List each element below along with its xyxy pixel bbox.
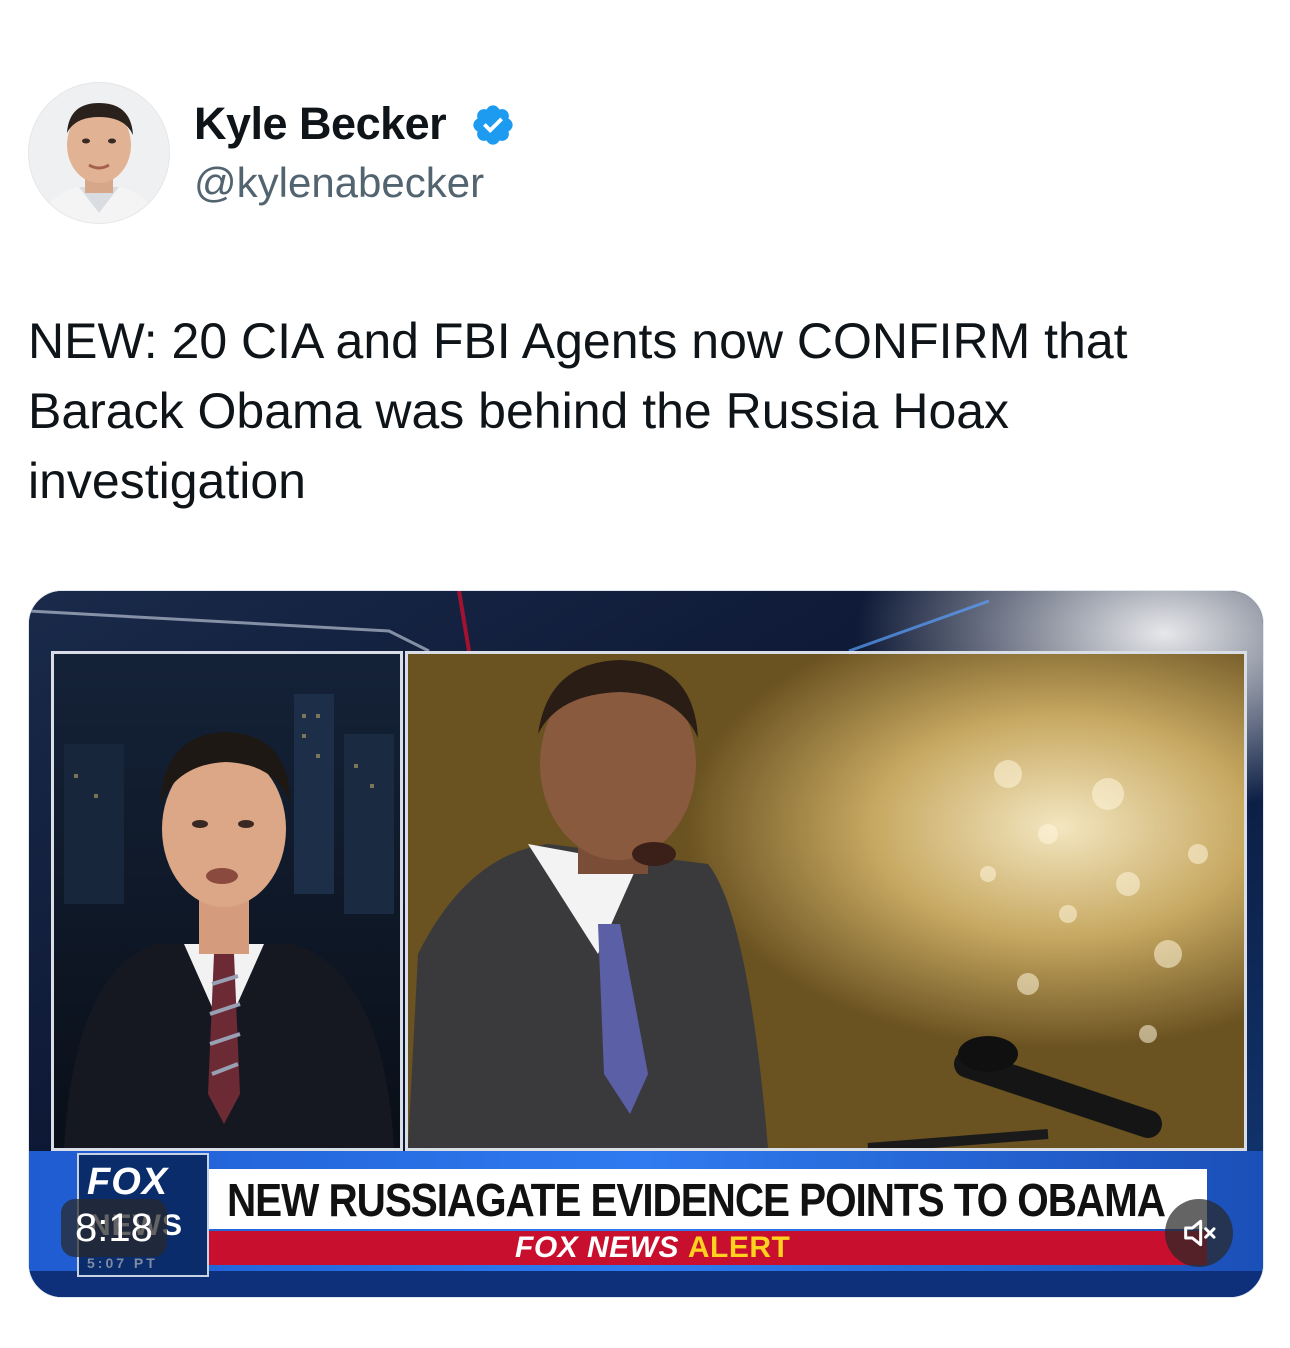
- author-handle[interactable]: @kylenabecker: [194, 158, 484, 208]
- news-chyron: FOX NEWS 5:07 PT NEW RUSSIAGATE EVIDENCE…: [29, 1149, 1263, 1297]
- tweet-text: NEW: 20 CIA and FBI Agents now CONFIRM t…: [28, 313, 1128, 509]
- logo-timezone: 5:07 PT: [87, 1255, 158, 1271]
- mute-button[interactable]: [1165, 1199, 1233, 1267]
- chyron-alert-word: ALERT: [687, 1231, 791, 1264]
- chyron-headline-bar: NEW RUSSIAGATE EVIDENCE POINTS TO OBAMA: [209, 1169, 1207, 1229]
- chyron-alert-bar: FOX NEWS ALERT: [209, 1231, 1207, 1265]
- profile-photo: [29, 83, 169, 223]
- avatar[interactable]: [28, 82, 170, 224]
- tweet-page: Kyle Becker @kylenabecker NEW: 20 CIA an…: [0, 0, 1290, 1348]
- verified-badge-icon: [470, 102, 516, 148]
- logo-fox-text: FOX: [87, 1161, 169, 1203]
- speaker-muted-icon: [1184, 1219, 1216, 1247]
- speaker-image: [408, 654, 1244, 1148]
- host-video-panel: [51, 651, 403, 1151]
- video-timestamp: 8:18: [61, 1199, 167, 1257]
- speaker-video-panel: [405, 651, 1247, 1151]
- author-display-name[interactable]: Kyle Becker: [194, 98, 447, 150]
- chyron-alert-prefix: FOX NEWS: [515, 1231, 680, 1264]
- host-image: [54, 654, 400, 1148]
- chyron-headline: NEW RUSSIAGATE EVIDENCE POINTS TO OBAMA: [227, 1174, 1166, 1226]
- chyron-alert: FOX NEWS ALERT: [515, 1231, 790, 1265]
- video-player[interactable]: FOX NEWS 5:07 PT NEW RUSSIAGATE EVIDENCE…: [28, 590, 1264, 1298]
